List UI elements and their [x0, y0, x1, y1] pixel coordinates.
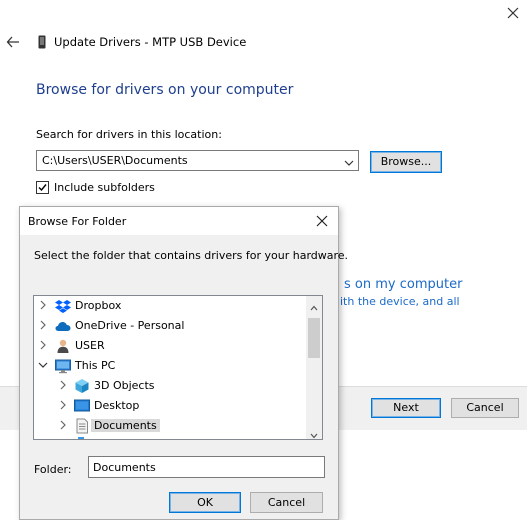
browse-for-folder-dialog: Browse For Folder Select the folder that… — [19, 206, 348, 520]
usb-device-icon — [38, 35, 46, 49]
tree-item-label: Documents — [91, 419, 160, 432]
folder-tree[interactable]: Dropbox OneDrive - Personal USER This PC… — [33, 295, 323, 440]
tree-item-3d-objects[interactable]: 3D Objects — [34, 376, 306, 396]
include-subfolders-checkbox[interactable] — [36, 181, 49, 194]
tree-item-documents[interactable]: Documents — [34, 416, 306, 436]
tree-item-onedrive[interactable]: OneDrive - Personal — [34, 316, 306, 336]
tree-item-label: USER — [75, 339, 105, 352]
onedrive-cloud-icon — [55, 318, 71, 334]
user-folder-icon — [55, 338, 71, 354]
tree-item-label: Desktop — [94, 399, 140, 412]
tree-scrollbar[interactable] — [306, 296, 322, 439]
scroll-up-arrow-icon[interactable] — [310, 301, 318, 314]
tree-item-label: 3D Objects — [94, 379, 155, 392]
dropbox-icon — [55, 298, 71, 314]
tree-item-dropbox[interactable]: Dropbox — [34, 296, 306, 316]
folder-field-label: Folder: — [34, 463, 72, 476]
tree-item-user[interactable]: USER — [34, 336, 306, 356]
driver-path-combobox[interactable]: C:\Users\USER\Documents — [36, 150, 359, 171]
folder-input[interactable] — [88, 456, 325, 478]
chevron-right-icon[interactable] — [58, 400, 68, 410]
desktop-icon — [74, 398, 90, 414]
chevron-down-icon[interactable] — [38, 360, 48, 370]
close-icon[interactable] — [314, 213, 330, 229]
dialog-cancel-button[interactable]: Cancel — [250, 492, 323, 513]
page-heading: Browse for drivers on your computer — [36, 82, 294, 98]
documents-icon — [74, 418, 90, 434]
scrollbar-thumb[interactable] — [308, 318, 320, 358]
search-location-label: Search for drivers in this location: — [36, 128, 222, 141]
wizard-cancel-button[interactable]: Cancel — [451, 398, 519, 418]
dialog-instruction: Select the folder that contains drivers … — [34, 249, 349, 262]
tree-item-label: OneDrive - Personal — [75, 319, 185, 332]
ok-button[interactable]: OK — [169, 492, 241, 513]
browse-button[interactable]: Browse... — [370, 151, 442, 173]
tree-item-desktop[interactable]: Desktop — [34, 396, 306, 416]
back-arrow-icon[interactable] — [6, 35, 20, 49]
wizard-close-icon[interactable] — [502, 2, 524, 24]
chevron-right-icon[interactable] — [58, 420, 68, 430]
driver-path-value: C:\Users\USER\Documents — [42, 154, 188, 167]
tree-item-this-pc[interactable]: This PC — [34, 356, 306, 376]
chevron-right-icon[interactable] — [58, 380, 68, 390]
next-button[interactable]: Next — [371, 398, 441, 418]
wizard-title: Update Drivers - MTP USB Device — [54, 35, 247, 49]
tree-item-label: Dropbox — [75, 299, 122, 312]
partial-tree-item-icon — [78, 437, 84, 439]
pick-driver-description: ith the device, and all — [340, 295, 460, 308]
dialog-title: Browse For Folder — [28, 215, 127, 228]
include-subfolders-label[interactable]: Include subfolders — [54, 181, 155, 194]
computer-icon — [55, 358, 71, 374]
chevron-down-icon[interactable] — [344, 157, 354, 170]
pick-driver-link[interactable]: s on my computer — [344, 277, 462, 292]
chevron-right-icon[interactable] — [38, 300, 48, 310]
chevron-right-icon[interactable] — [38, 340, 48, 350]
scroll-down-arrow-icon[interactable] — [310, 429, 318, 439]
chevron-right-icon[interactable] — [38, 320, 48, 330]
tree-item-label: This PC — [75, 359, 116, 372]
dialog-titlebar[interactable]: Browse For Folder — [20, 207, 338, 235]
3d-objects-icon — [74, 378, 90, 394]
